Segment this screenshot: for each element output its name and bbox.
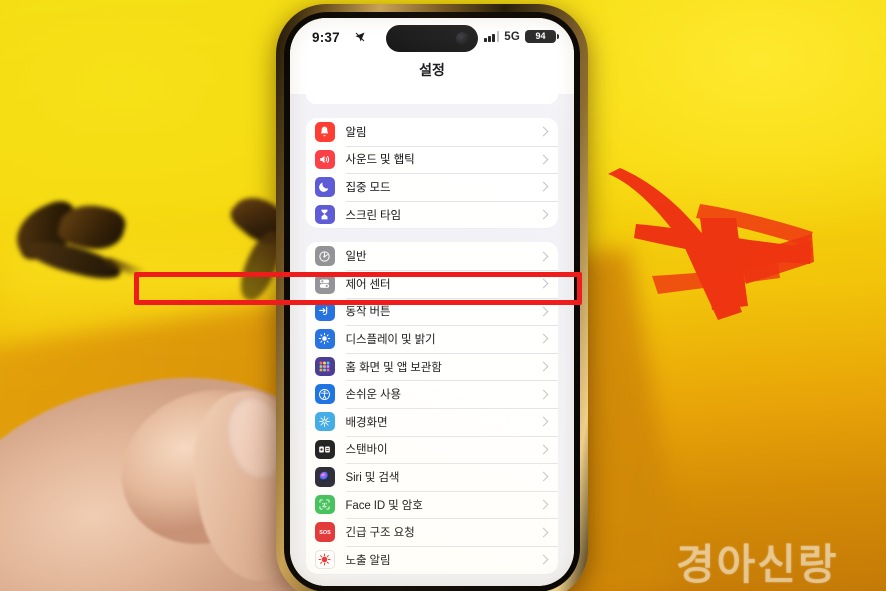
- settings-row-label: 홈 화면 및 앱 보관함: [345, 361, 442, 374]
- bird-left: [7, 195, 147, 310]
- status-bar: 9:37 5G 94: [290, 18, 574, 58]
- brightness-icon: [315, 329, 335, 349]
- chevron-right-icon: [538, 154, 549, 165]
- settings-row-app-grid[interactable]: 홈 화면 및 앱 보관함: [306, 352, 558, 381]
- chevron-right-icon: [538, 416, 549, 427]
- status-clock: 9:37: [312, 30, 340, 45]
- chevron-right-icon: [538, 389, 549, 400]
- page-title: 설정: [419, 62, 445, 78]
- chevron-right-icon: [538, 471, 549, 482]
- settings-row-sos[interactable]: SOS 긴급 구조 요청: [306, 518, 558, 546]
- red-highlight-rectangle: [134, 272, 582, 305]
- sos-icon: SOS: [315, 522, 335, 542]
- settings-row-label: 노출 알림: [345, 554, 391, 567]
- nav-bar: 설정: [290, 58, 574, 94]
- settings-row-label: 스탠바이: [345, 444, 388, 457]
- speaker-icon: [315, 149, 335, 170]
- hourglass-icon: [315, 204, 335, 225]
- settings-row-bell[interactable]: 알림: [306, 118, 558, 146]
- chevron-right-icon: [538, 209, 549, 220]
- battery-percent: 94: [535, 31, 546, 41]
- chevron-right-icon: [538, 527, 549, 538]
- settings-row-standby[interactable]: 스탠바이: [306, 435, 558, 464]
- settings-row-label: 디스플레이 및 밝기: [345, 333, 436, 346]
- chevron-right-icon: [538, 182, 549, 192]
- chevron-right-icon: [538, 499, 549, 510]
- settings-row-label: 집중 모드: [345, 181, 391, 194]
- chevron-right-icon: [538, 251, 549, 262]
- chevron-right-icon: [538, 444, 549, 455]
- notifications-group: 알림사운드 및 햅틱집중 모드스크린 타임: [306, 118, 558, 229]
- settings-row-exposure[interactable]: 노출 알림: [306, 545, 558, 574]
- battery-indicator: 94: [525, 30, 559, 43]
- chevron-right-icon: [538, 554, 549, 565]
- settings-row-hourglass[interactable]: 스크린 타임: [306, 200, 558, 229]
- settings-list[interactable]: 알림 사운드 및 햅틱 집중 모드 스크린 타임 일반 제어 센터 동작 버튼 디스플레이 및…: [290, 94, 574, 586]
- faceid-icon: [315, 494, 335, 515]
- settings-row-accessibility[interactable]: 손쉬운 사용: [306, 380, 558, 408]
- siri-icon: [315, 467, 335, 487]
- dynamic-island: [386, 25, 478, 52]
- screenshot-root: 9:37 5G 94 설정 알림 사운드 및 햅틱 집중 모드 스크린 타임 일…: [0, 0, 886, 591]
- settings-row-brightness[interactable]: 디스플레이 및 밝기: [306, 325, 558, 353]
- bell-icon: [315, 122, 335, 142]
- settings-row-label: 사운드 및 햅틱: [345, 154, 415, 167]
- network-label: 5G: [504, 30, 520, 43]
- settings-row-gear[interactable]: 일반: [306, 242, 558, 270]
- status-right-cluster: 5G 94: [484, 30, 559, 43]
- settings-row-label: 긴급 구조 요청: [345, 527, 415, 540]
- watermark: 경아신랑: [676, 540, 839, 589]
- accessibility-icon: [315, 384, 335, 404]
- chevron-right-icon: [538, 361, 549, 372]
- wallpaper-icon: [315, 411, 335, 432]
- settings-row-label: 알림: [345, 126, 367, 139]
- chevron-right-icon: [538, 126, 549, 137]
- gear-icon: [315, 246, 335, 266]
- settings-row-label: 배경화면: [345, 416, 388, 429]
- settings-row-wallpaper[interactable]: 배경화면: [306, 407, 558, 436]
- settings-row-moon[interactable]: 집중 모드: [306, 173, 558, 201]
- settings-groups: 알림 사운드 및 햅틱 집중 모드 스크린 타임 일반 제어 센터 동작 버튼 디스플레이 및…: [290, 118, 574, 574]
- app-grid-icon: [315, 356, 335, 377]
- exposure-icon: [315, 549, 335, 570]
- cellular-bars-icon: [484, 31, 500, 42]
- location-arrow-icon: [355, 32, 365, 42]
- settings-row-label: 스크린 타임: [345, 209, 402, 222]
- chevron-right-icon: [538, 306, 549, 317]
- chevron-right-icon: [538, 334, 549, 344]
- svg-text:SOS: SOS: [319, 530, 331, 536]
- settings-row-label: 일반: [345, 251, 367, 264]
- moon-icon: [315, 177, 335, 197]
- settings-row-label: 손쉬운 사용: [345, 389, 402, 402]
- previous-group-edge: [306, 94, 558, 104]
- settings-row-siri[interactable]: Siri 및 검색: [306, 463, 558, 491]
- settings-row-faceid[interactable]: Face ID 및 암호: [306, 490, 558, 519]
- settings-row-label: 동작 버튼: [345, 306, 391, 319]
- settings-row-speaker[interactable]: 사운드 및 햅틱: [306, 145, 558, 174]
- settings-row-label: Siri 및 검색: [345, 471, 400, 484]
- settings-row-label: Face ID 및 암호: [345, 499, 423, 512]
- standby-icon: [315, 439, 335, 460]
